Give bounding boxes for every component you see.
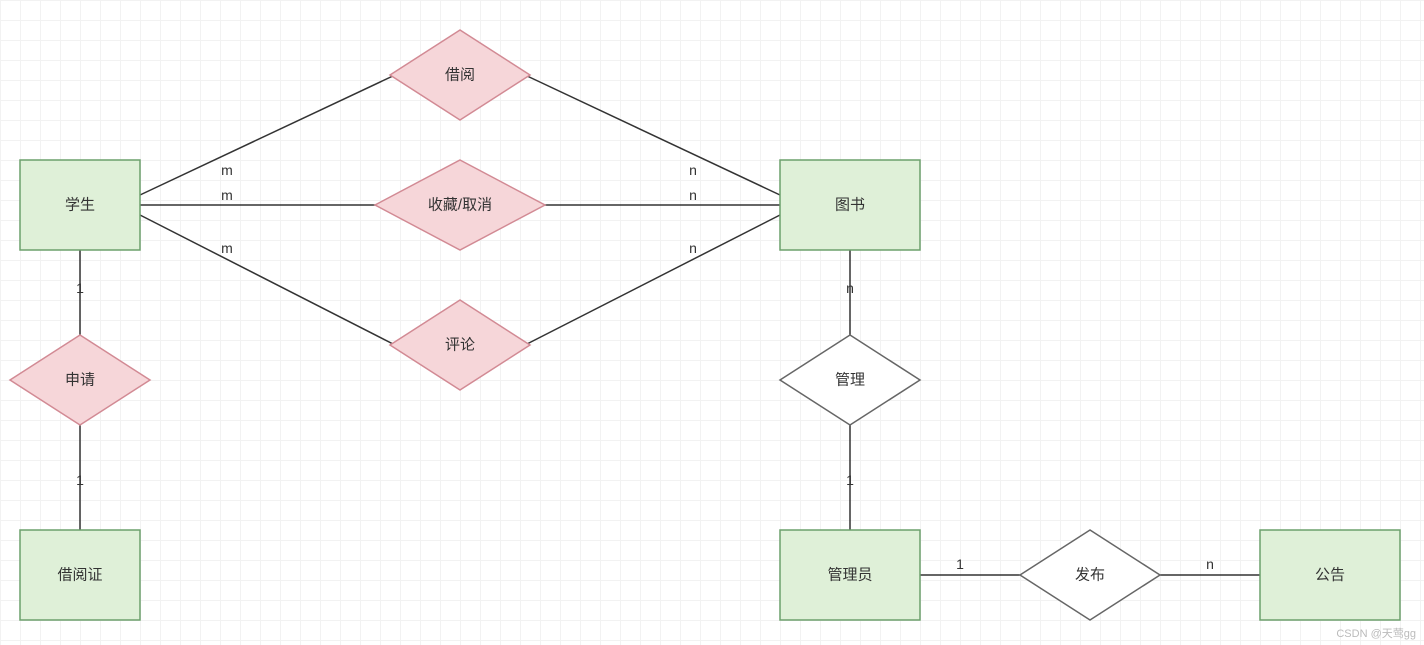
card-book-manage: n xyxy=(846,280,854,296)
entity-notice-label: 公告 xyxy=(1315,567,1345,584)
relation-apply-label: 申请 xyxy=(65,372,95,389)
card-student-borrow: m xyxy=(221,162,233,178)
card-student-apply: 1 xyxy=(76,280,84,296)
card-manage-admin: 1 xyxy=(846,472,854,488)
edge-student-comment xyxy=(140,215,395,345)
er-diagram-canvas: 学生 图书 借阅证 管理员 公告 借阅 收藏/取消 评论 申请 管理 发布 m … xyxy=(0,0,1424,645)
entity-student-label: 学生 xyxy=(65,197,95,214)
card-admin-publish: 1 xyxy=(956,556,964,572)
entity-card-label: 借阅证 xyxy=(57,567,102,584)
relation-comment-label: 评论 xyxy=(445,337,475,354)
card-book-comment: n xyxy=(689,240,697,256)
edge-student-borrow xyxy=(140,75,395,195)
card-book-favorite: n xyxy=(689,187,697,203)
relation-manage-label: 管理 xyxy=(835,372,865,389)
edge-comment-book xyxy=(525,215,780,345)
edge-borrow-book xyxy=(525,75,780,195)
watermark: CSDN @天莺gg xyxy=(1336,625,1416,641)
relation-borrow-label: 借阅 xyxy=(445,67,475,84)
entity-book-label: 图书 xyxy=(835,197,865,214)
relation-publish-label: 发布 xyxy=(1075,567,1105,584)
card-publish-notice: n xyxy=(1206,556,1214,572)
card-book-borrow: n xyxy=(689,162,697,178)
entity-admin-label: 管理员 xyxy=(827,567,872,584)
relation-favorite-label: 收藏/取消 xyxy=(428,197,492,214)
card-student-comment: m xyxy=(221,240,233,256)
card-student-favorite: m xyxy=(221,187,233,203)
card-apply-card: 1 xyxy=(76,472,84,488)
